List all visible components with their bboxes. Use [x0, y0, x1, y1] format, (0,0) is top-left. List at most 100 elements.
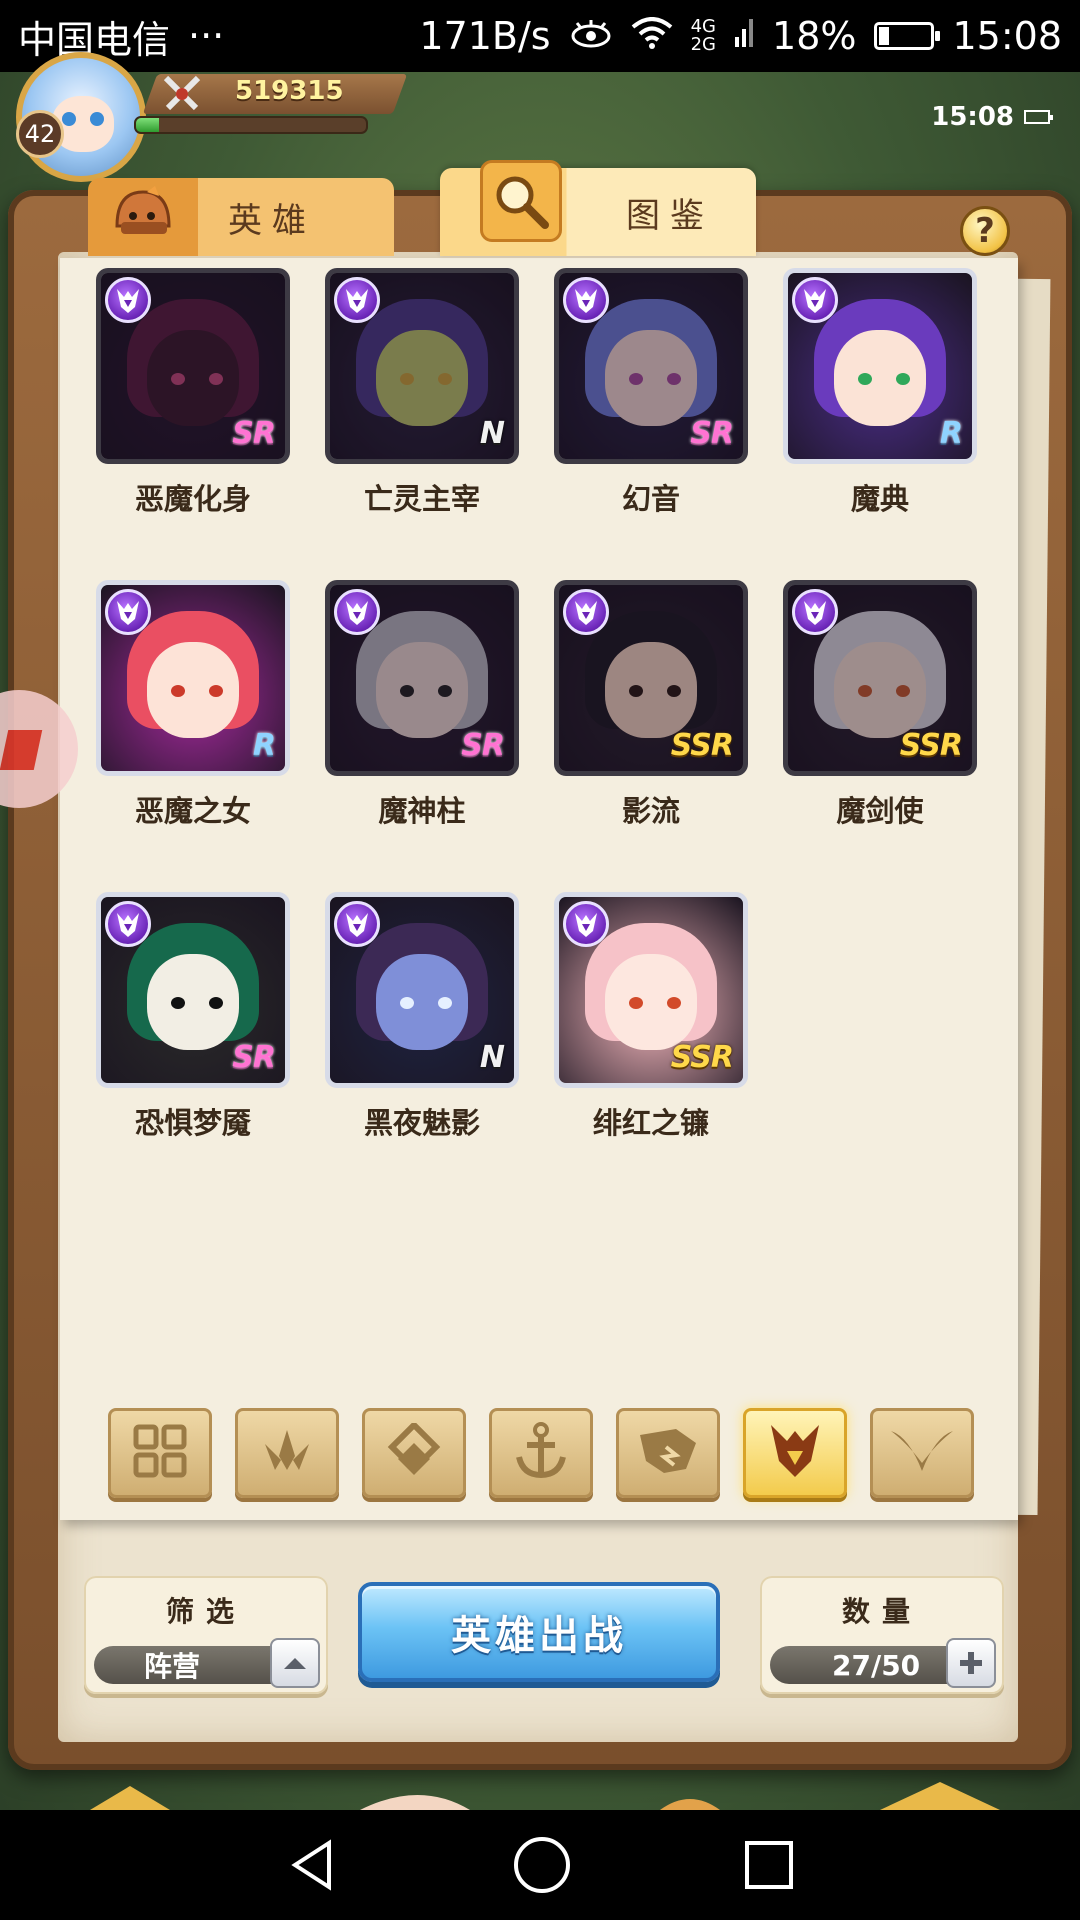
faction-filter-button[interactable] — [489, 1408, 593, 1498]
hero-portrait-frame[interactable]: R — [783, 268, 977, 464]
hero-portrait-frame[interactable]: R — [96, 580, 290, 776]
hero-name: 黑夜魅影 — [363, 1106, 480, 1140]
eye-comfort-icon — [569, 14, 613, 58]
hero-card[interactable]: SSR 绯红之镰 — [554, 892, 748, 1204]
chevron-up-icon — [284, 1658, 306, 1669]
deploy-heroes-button[interactable]: 英雄出战 — [358, 1582, 720, 1682]
hero-hair — [585, 611, 717, 730]
rarity-badge: R — [939, 416, 963, 451]
help-button[interactable]: ? — [960, 206, 1010, 256]
hero-hair — [585, 299, 717, 418]
rarity-badge: R — [252, 728, 276, 763]
crossed-swords-icon — [163, 75, 201, 111]
hero-face — [605, 641, 697, 738]
hero-card[interactable]: N 黑夜魅影 — [325, 892, 519, 1204]
hero-name: 绯红之镰 — [592, 1106, 709, 1140]
hero-portrait-frame[interactable]: SSR — [554, 892, 748, 1088]
hero-name: 魔剑使 — [836, 794, 924, 828]
demon-faction-icon — [792, 589, 838, 635]
hero-portrait-frame[interactable]: SSR — [783, 580, 977, 776]
demon-faction-icon — [334, 589, 380, 635]
clock: 15:08 — [952, 14, 1062, 58]
hero-card[interactable]: SSR 魔剑使 — [783, 580, 977, 892]
rarity-badge: SSR — [899, 728, 963, 763]
hero-face — [376, 953, 468, 1050]
magnifier-icon — [480, 160, 562, 242]
player-hud: 42 519315 15:08 — [0, 52, 1080, 182]
holy-faction-icon — [386, 1420, 442, 1483]
hero-name: 幻音 — [621, 482, 680, 516]
demon-faction-icon — [334, 901, 380, 947]
hero-portrait-frame[interactable]: N — [325, 268, 519, 464]
game-battery-icon — [1024, 110, 1053, 124]
light-faction-icon — [889, 1425, 955, 1481]
back-icon[interactable] — [285, 1837, 341, 1893]
demon-faction-icon — [563, 277, 609, 323]
hero-portrait-frame[interactable]: SSR — [554, 580, 748, 776]
battery-icon — [874, 22, 941, 50]
forest-faction-icon — [257, 1426, 317, 1480]
hero-name: 恶魔化身 — [134, 482, 251, 516]
faction-filter-button[interactable] — [362, 1408, 466, 1498]
filter-panel: 筛选 阵营 — [84, 1576, 328, 1694]
hero-card[interactable]: SR 恶魔化身 — [96, 268, 290, 580]
more-notifications-icon: ··· — [188, 14, 225, 58]
system-status-bar: 中国电信 ··· 171B/s 4G 2G 18% 15:08 — [0, 0, 1080, 72]
hero-card[interactable]: SR 恐惧梦魇 — [96, 892, 290, 1204]
rarity-badge: SR — [232, 1040, 276, 1075]
hero-card[interactable]: R 魔典 — [783, 268, 977, 580]
hero-portrait-frame[interactable]: SR — [96, 892, 290, 1088]
beast-faction-icon — [636, 1425, 700, 1481]
home-icon[interactable] — [512, 1835, 572, 1895]
hero-card[interactable]: SSR 影流 — [554, 580, 748, 892]
hero-card[interactable]: SR 幻音 — [554, 268, 748, 580]
hero-portrait-frame[interactable]: SR — [325, 580, 519, 776]
wifi-icon — [631, 14, 673, 58]
demon-faction-icon — [563, 901, 609, 947]
demon-faction-icon — [563, 589, 609, 635]
hero-hair — [814, 611, 946, 730]
rarity-badge: SSR — [670, 1040, 734, 1075]
signal-icon — [734, 14, 754, 58]
tab-heroes-label: 英雄 — [228, 200, 316, 241]
hero-portrait-frame[interactable]: N — [325, 892, 519, 1088]
faction-filter-button[interactable] — [235, 1408, 339, 1498]
demon-faction-icon — [334, 277, 380, 323]
hero-face — [376, 641, 468, 738]
hero-hair — [356, 299, 488, 418]
exp-bar — [134, 116, 368, 134]
hero-card[interactable]: N 亡灵主宰 — [325, 268, 519, 580]
hero-name: 影流 — [621, 794, 680, 828]
demon-faction-icon — [105, 277, 151, 323]
rarity-badge: N — [479, 416, 505, 451]
all-grid-icon — [132, 1423, 188, 1483]
game-clock: 15:08 — [931, 102, 1053, 132]
hero-face — [834, 329, 926, 426]
expand-capacity-button[interactable] — [946, 1638, 996, 1688]
rarity-badge: SSR — [670, 728, 734, 763]
hero-card[interactable]: R 恶魔之女 — [96, 580, 290, 892]
demon-faction-icon — [105, 901, 151, 947]
filter-title: 筛选 — [165, 1595, 246, 1628]
rarity-badge: SR — [232, 416, 276, 451]
hero-face — [605, 329, 697, 426]
hero-face — [376, 329, 468, 426]
tab-heroes[interactable]: 英雄 — [88, 178, 394, 256]
hero-grid: SR 恶魔化身 N 亡灵主宰 SR 幻音 R 魔典 R 恶魔之女 SR 魔神柱 … — [96, 268, 996, 1204]
faction-filter-button[interactable] — [870, 1408, 974, 1498]
faction-filter-button[interactable] — [616, 1408, 720, 1498]
player-level-badge: 42 — [16, 110, 64, 158]
hero-portrait-frame[interactable]: SR — [96, 268, 290, 464]
tab-codex[interactable]: 图鉴 — [440, 160, 756, 256]
demon-faction-icon — [105, 589, 151, 635]
hero-card[interactable]: SR 魔神柱 — [325, 580, 519, 892]
combat-power: 519315 — [235, 76, 344, 106]
hero-portrait-frame[interactable]: SR — [554, 268, 748, 464]
hero-hair — [356, 611, 488, 730]
filter-toggle-button[interactable] — [270, 1638, 320, 1688]
faction-filter-button[interactable] — [743, 1408, 847, 1498]
faction-filter-row — [108, 1408, 974, 1498]
faction-filter-button[interactable] — [108, 1408, 212, 1498]
rarity-badge: N — [479, 1040, 505, 1075]
recents-icon[interactable] — [743, 1839, 795, 1891]
